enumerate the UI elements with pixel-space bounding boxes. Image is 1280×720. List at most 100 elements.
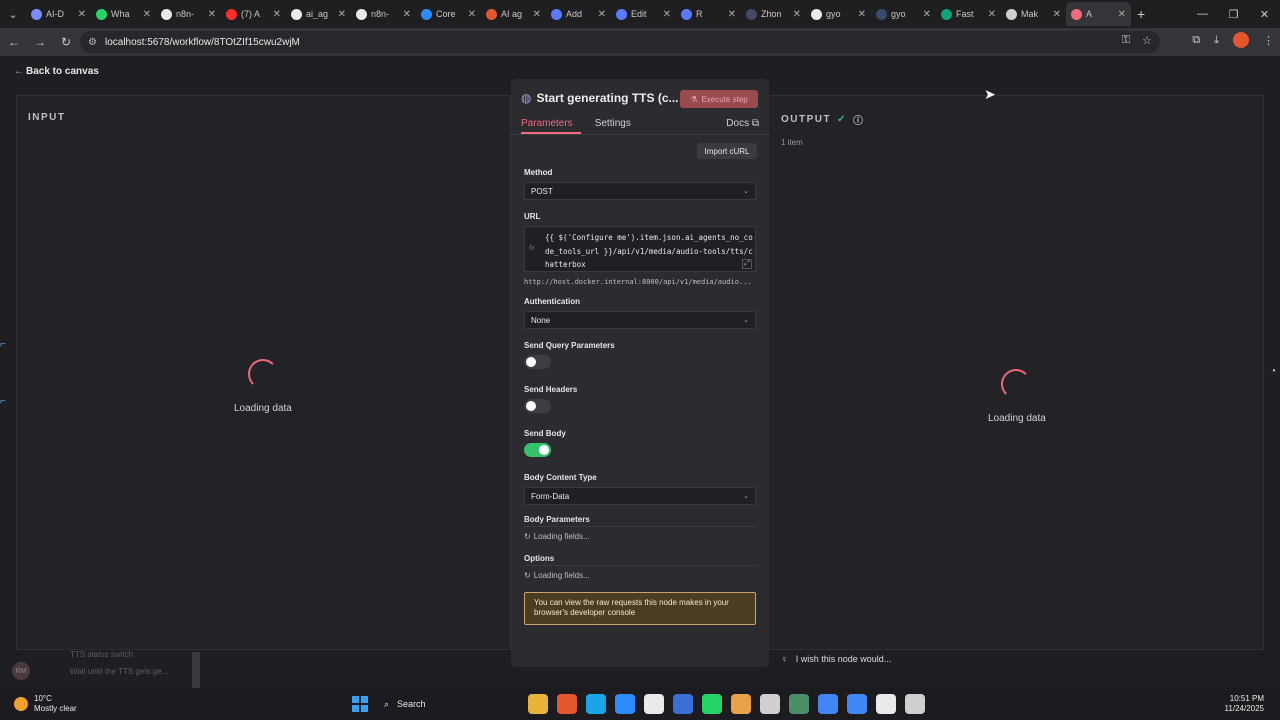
taskbar-search-label: Search [397,699,426,709]
taskbar-app-icon[interactable] [731,694,751,714]
tab-parameters[interactable]: Parameters [521,118,573,132]
tab-close-icon[interactable]: ✕ [1118,9,1126,20]
lightbulb-icon: ♀ [781,654,788,664]
mouse-cursor-icon: ➤ [984,86,996,102]
browser-tab[interactable]: ai_ag ✕ [286,2,351,26]
send-body-toggle[interactable] [524,443,551,457]
tab-close-icon[interactable]: ✕ [273,9,281,20]
taskbar-app-icon[interactable] [876,694,896,714]
info-icon[interactable]: ⓘ [853,112,865,127]
tab-close-icon[interactable]: ✕ [533,9,541,20]
site-info-icon[interactable]: ⚙ [88,37,97,48]
browser-tab[interactable]: Edit ✕ [611,2,676,26]
tab-close-icon[interactable]: ✕ [403,9,411,20]
send-query-toggle[interactable] [524,355,551,369]
browser-tab[interactable]: R ✕ [676,2,741,26]
tab-close-icon[interactable]: ✕ [78,9,86,20]
expand-editor-icon[interactable]: ⤢ [742,259,752,269]
taskbar-app-icon[interactable] [615,694,635,714]
node-title[interactable]: Start generating TTS (c... [536,91,678,105]
tab-close-icon[interactable]: ✕ [1053,9,1061,20]
tab-close-icon[interactable]: ✕ [728,9,736,20]
developer-console-notice: You can view the raw requests this node … [524,592,756,625]
authentication-value: None [531,315,551,325]
browser-tab[interactable]: Wha ✕ [91,2,156,26]
browser-tab[interactable]: n8n- ✕ [351,2,416,26]
browser-tab[interactable]: Mak ✕ [1001,2,1066,26]
tab-favicon-icon [1071,8,1082,20]
input-loading-spinner-icon [248,359,278,389]
input-connector-icon[interactable]: ⌐ [0,396,6,407]
tab-search-icon[interactable]: ⌄ [0,0,26,28]
download-icon[interactable]: ⤓ [1214,34,1219,47]
tab-close-icon[interactable]: ✕ [663,9,671,20]
browser-tab[interactable]: AI ag ✕ [481,2,546,26]
close-window-icon[interactable]: ✕ [1249,0,1280,28]
minimize-icon[interactable]: — [1187,0,1218,28]
taskbar-app-icon[interactable] [760,694,780,714]
tab-close-icon[interactable]: ✕ [208,9,216,20]
method-select[interactable]: POST ⌄ [524,182,756,200]
input-connector-icon[interactable]: ⌐ [0,339,6,350]
tab-label: A [1086,9,1093,19]
back-icon[interactable]: ← [2,30,26,54]
send-headers-toggle[interactable] [524,399,551,413]
feedback-link[interactable]: ♀ I wish this node would... [781,654,891,664]
password-key-icon[interactable]: ⚿ [1122,34,1130,47]
browser-tab[interactable]: AI-D ✕ [26,2,91,26]
forward-icon[interactable]: → [28,30,52,54]
browser-tab[interactable]: (7) A ✕ [221,2,286,26]
bookmark-star-icon[interactable]: ☆ [1142,34,1152,47]
taskbar-app-icon[interactable] [818,694,838,714]
tab-settings[interactable]: Settings [595,118,631,132]
tab-close-icon[interactable]: ✕ [923,9,931,20]
taskbar-app-icon[interactable] [789,694,809,714]
authentication-select[interactable]: None ⌄ [524,311,756,329]
taskbar-app-icon[interactable] [557,694,577,714]
reload-icon[interactable]: ↻ [54,30,78,54]
browser-tab[interactable]: Add ✕ [546,2,611,26]
browser-tab[interactable]: Fast ✕ [936,2,1001,26]
tab-close-icon[interactable]: ✕ [598,9,606,20]
browser-tab[interactable]: gyo ✕ [806,2,871,26]
browser-tab[interactable]: Core ✕ [416,2,481,26]
tab-favicon-icon [746,8,757,20]
back-to-canvas-link[interactable]: ← Back to canvas [14,66,99,77]
browser-tab[interactable]: Zhon ✕ [741,2,806,26]
maximize-icon[interactable]: ❐ [1218,0,1249,28]
profile-avatar[interactable] [1233,32,1249,48]
weather-widget[interactable]: 10°C Mostly clear [14,694,77,714]
taskbar-app-icon[interactable] [644,694,664,714]
url-expression-input[interactable]: fx {{ $('Configure me').item.json.ai_age… [524,226,756,272]
taskbar-app-icon[interactable] [673,694,693,714]
browser-tab[interactable]: A ✕ [1066,2,1131,26]
output-connector-icon[interactable]: ◔ [1270,366,1276,377]
taskbar-app-icon[interactable] [528,694,548,714]
taskbar-app-icon[interactable] [702,694,722,714]
new-tab-icon[interactable]: + [1137,6,1145,22]
windows-start-icon[interactable] [352,696,368,712]
taskbar-app-icon[interactable] [847,694,867,714]
system-clock[interactable]: 10:51 PM 11/24/2025 [1225,694,1264,714]
tab-close-icon[interactable]: ✕ [858,9,866,20]
canvas-scrollbar[interactable] [192,652,200,688]
taskbar-app-icon[interactable] [905,694,925,714]
tab-close-icon[interactable]: ✕ [468,9,476,20]
tab-close-icon[interactable]: ✕ [143,9,151,20]
execute-step-button[interactable]: ⚗ Execute step [680,90,758,108]
import-curl-button[interactable]: Import cURL [697,143,757,159]
address-bar[interactable]: ⚙ localhost:5678/workflow/8TOtZIf15cwu2w… [80,31,1160,53]
browser-menu-icon[interactable]: ⋮ [1263,34,1274,47]
tab-docs[interactable]: Docs ⧉ [726,118,759,129]
extensions-icon[interactable]: ⧉ [1192,34,1200,47]
taskbar-search[interactable]: ⌕ Search [380,693,520,715]
tab-close-icon[interactable]: ✕ [338,9,346,20]
body-content-type-select[interactable]: Form-Data ⌄ [524,487,756,505]
node-tabs: Parameters Settings Docs ⧉ [521,118,759,132]
browser-tab[interactable]: n8n- ✕ [156,2,221,26]
tab-close-icon[interactable]: ✕ [793,9,801,20]
browser-tab[interactable]: gyo ✕ [871,2,936,26]
tab-close-icon[interactable]: ✕ [988,9,996,20]
taskbar-app-icon[interactable] [586,694,606,714]
tab-favicon-icon [616,8,627,20]
